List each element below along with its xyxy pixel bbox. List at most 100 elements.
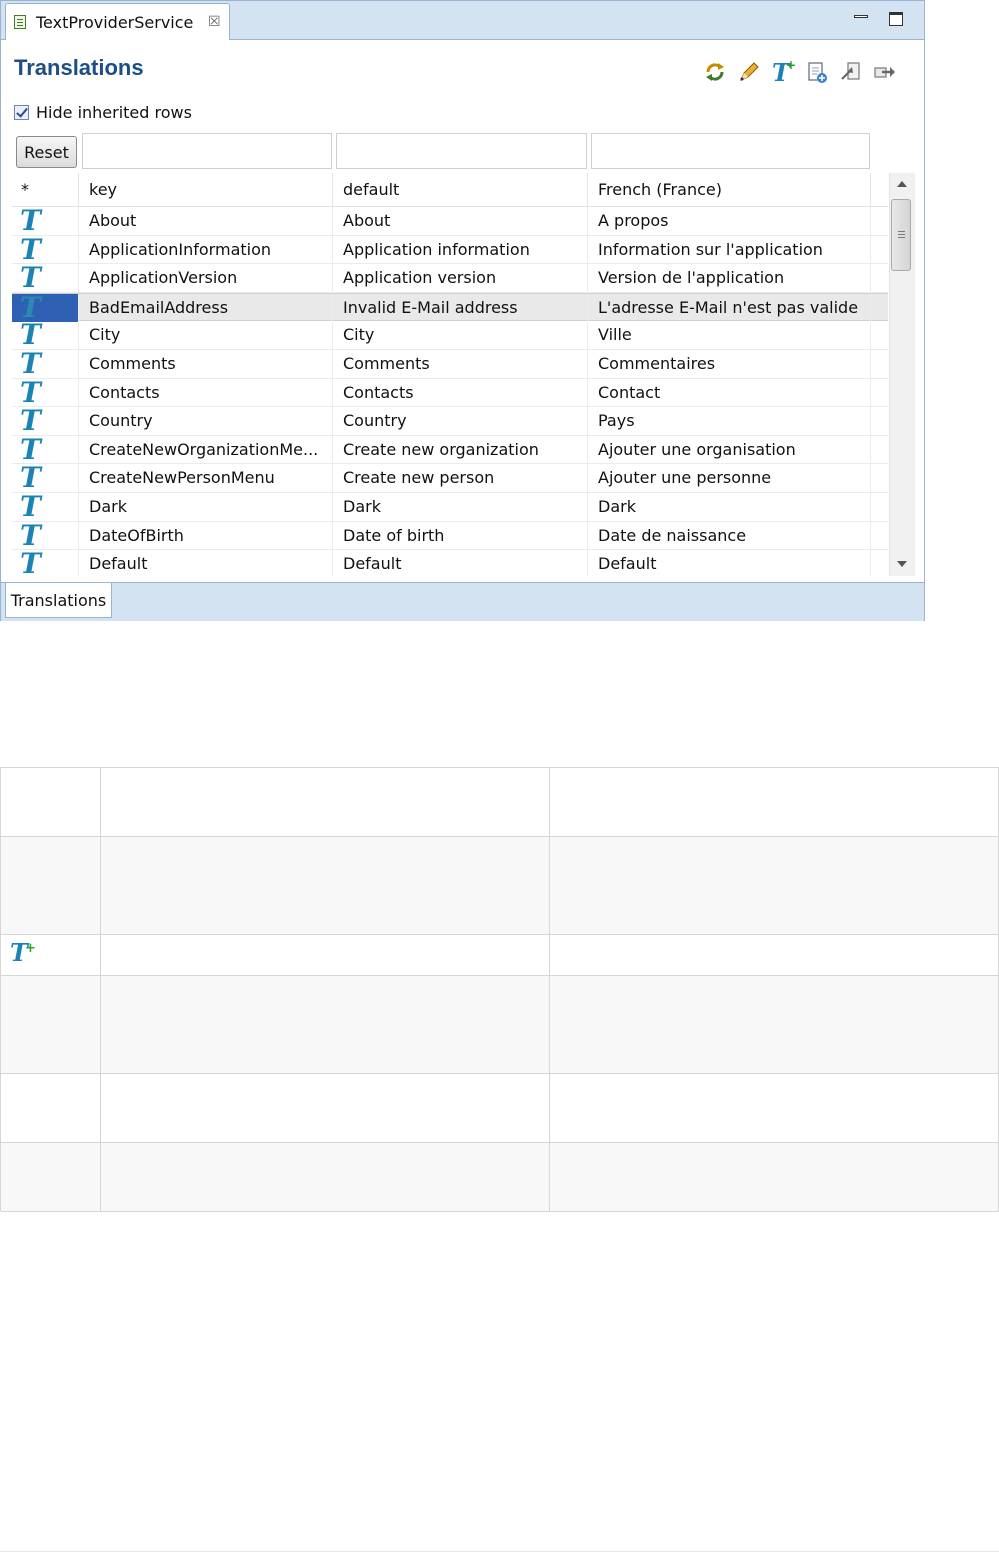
table-row[interactable]: T CreateNewPersonMenu Create new person Ajo… bbox=[12, 464, 888, 493]
row-status-cell[interactable]: T bbox=[12, 492, 79, 521]
scroll-up-arrow-icon[interactable] bbox=[897, 181, 907, 187]
key-cell[interactable]: CreateNewPersonMenu bbox=[79, 464, 333, 493]
french-cell[interactable]: Commentaires bbox=[588, 349, 871, 378]
reset-button[interactable]: Reset bbox=[16, 136, 77, 168]
hide-inherited-checkbox[interactable] bbox=[14, 104, 29, 120]
key-cell[interactable]: Country bbox=[79, 407, 333, 436]
editor-tab-textproviderservice[interactable]: TextProviderService ☒ bbox=[5, 3, 230, 40]
table-row[interactable]: T Contacts Contacts Contact bbox=[12, 378, 888, 408]
row-status-cell[interactable]: T bbox=[12, 407, 79, 436]
table-header: * key default French (France) bbox=[12, 173, 888, 207]
default-cell[interactable]: City bbox=[333, 321, 588, 350]
row-status-cell[interactable]: T bbox=[12, 378, 79, 407]
export-icon[interactable] bbox=[873, 59, 897, 85]
french-cell[interactable]: Information sur l'application bbox=[588, 235, 871, 264]
default-cell[interactable]: Date of birth bbox=[333, 521, 588, 550]
french-cell[interactable]: L'adresse E-Mail n'est pas valide bbox=[588, 293, 871, 322]
french-cell[interactable]: Default bbox=[588, 550, 871, 576]
row-status-cell[interactable]: T bbox=[12, 264, 79, 293]
new-document-icon[interactable] bbox=[805, 59, 829, 85]
column-header-default[interactable]: default bbox=[333, 173, 588, 206]
key-cell[interactable]: DateOfBirth bbox=[79, 521, 333, 550]
key-cell[interactable]: ApplicationInformation bbox=[79, 235, 333, 264]
table-row[interactable]: T ApplicationInformation Application infor… bbox=[12, 235, 888, 265]
default-cell[interactable]: Create new organization bbox=[333, 435, 588, 464]
text-entry-icon: T bbox=[20, 492, 41, 521]
default-cell[interactable]: Comments bbox=[333, 349, 588, 378]
key-filter-input[interactable] bbox=[82, 133, 332, 169]
french-cell[interactable]: Pays bbox=[588, 407, 871, 436]
french-cell[interactable]: A propos bbox=[588, 207, 871, 235]
text-entry-icon: T bbox=[20, 321, 41, 350]
refresh-icon[interactable] bbox=[703, 59, 727, 85]
hide-inherited-option[interactable]: Hide inherited rows bbox=[14, 101, 192, 123]
table-row[interactable]: T About About A propos bbox=[12, 207, 888, 236]
default-cell[interactable]: Application information bbox=[333, 235, 588, 264]
add-text-icon[interactable]: T + bbox=[771, 59, 795, 85]
row-status-cell[interactable]: T bbox=[12, 550, 79, 576]
doc-cell bbox=[550, 1143, 999, 1211]
scroll-thumb[interactable] bbox=[891, 199, 911, 271]
default-cell[interactable]: About bbox=[333, 207, 588, 235]
table-row[interactable]: T Country Country Pays bbox=[12, 407, 888, 436]
edit-pencil-icon[interactable] bbox=[737, 59, 761, 85]
scroll-down-arrow-icon[interactable] bbox=[897, 561, 907, 567]
key-cell[interactable]: Dark bbox=[79, 492, 333, 521]
column-header-key[interactable]: key bbox=[79, 173, 333, 206]
minimize-button[interactable] bbox=[852, 9, 870, 27]
row-status-cell[interactable]: T bbox=[12, 464, 79, 493]
doc-cell bbox=[1, 837, 101, 934]
key-cell[interactable]: About bbox=[79, 207, 333, 235]
doc-cell bbox=[101, 976, 550, 1073]
default-cell[interactable]: Application version bbox=[333, 264, 588, 293]
default-cell[interactable]: Country bbox=[333, 407, 588, 436]
key-cell[interactable]: Comments bbox=[79, 349, 333, 378]
key-cell[interactable]: Default bbox=[79, 550, 333, 576]
french-cell[interactable]: Date de naissance bbox=[588, 521, 871, 550]
import-icon[interactable] bbox=[839, 59, 863, 85]
table-row[interactable]: T Default Default Default bbox=[12, 550, 888, 576]
default-cell[interactable]: Invalid E-Mail address bbox=[333, 293, 588, 322]
row-status-cell[interactable]: T bbox=[12, 293, 79, 322]
row-status-cell[interactable]: T bbox=[12, 207, 79, 235]
french-cell[interactable]: Ajouter une personne bbox=[588, 464, 871, 493]
default-cell[interactable]: Dark bbox=[333, 492, 588, 521]
table-row[interactable]: T City City Ville bbox=[12, 321, 888, 350]
row-status-cell[interactable]: T bbox=[12, 435, 79, 464]
text-entry-icon: T bbox=[20, 378, 41, 407]
column-header-status[interactable]: * bbox=[12, 173, 79, 206]
row-status-cell[interactable]: T bbox=[12, 235, 79, 264]
french-cell[interactable]: Contact bbox=[588, 378, 871, 407]
key-cell[interactable]: City bbox=[79, 321, 333, 350]
default-filter-input[interactable] bbox=[336, 133, 587, 169]
default-cell[interactable]: Contacts bbox=[333, 378, 588, 407]
default-cell[interactable]: Default bbox=[333, 550, 588, 576]
french-cell[interactable]: Ajouter une organisation bbox=[588, 435, 871, 464]
table-row[interactable]: T CreateNewOrganizationMe... Create new or… bbox=[12, 435, 888, 465]
french-cell[interactable]: Dark bbox=[588, 492, 871, 521]
row-status-cell[interactable]: T bbox=[12, 349, 79, 378]
key-cell[interactable]: ApplicationVersion bbox=[79, 264, 333, 293]
text-entry-icon: T bbox=[20, 435, 41, 464]
close-icon[interactable]: ☒ bbox=[208, 14, 221, 30]
table-row[interactable]: T BadEmailAddress Invalid E-Mail address L'… bbox=[12, 292, 888, 322]
table-scrollbar[interactable] bbox=[889, 173, 915, 576]
table-row[interactable]: T ApplicationVersion Application version Ve… bbox=[12, 264, 888, 293]
column-header-french[interactable]: French (France) bbox=[588, 173, 871, 206]
table-row[interactable]: T DateOfBirth Date of birth Date de naissan… bbox=[12, 521, 888, 551]
table-row[interactable]: T Comments Comments Commentaires bbox=[12, 349, 888, 379]
key-cell[interactable]: Contacts bbox=[79, 378, 333, 407]
french-cell[interactable]: Ville bbox=[588, 321, 871, 350]
doc-cell bbox=[101, 837, 550, 934]
row-status-cell[interactable]: T bbox=[12, 521, 79, 550]
row-status-cell[interactable]: T bbox=[12, 321, 79, 350]
page-tab-translations[interactable]: Translations bbox=[5, 583, 112, 618]
french-filter-input[interactable] bbox=[591, 133, 870, 169]
maximize-button[interactable] bbox=[888, 9, 906, 27]
french-cell[interactable]: Version de l'application bbox=[588, 264, 871, 293]
default-cell[interactable]: Create new person bbox=[333, 464, 588, 493]
key-cell[interactable]: CreateNewOrganizationMe... bbox=[79, 435, 333, 464]
key-cell[interactable]: BadEmailAddress bbox=[79, 293, 333, 322]
text-entry-icon: T bbox=[20, 264, 41, 293]
table-row[interactable]: T Dark Dark Dark bbox=[12, 492, 888, 522]
